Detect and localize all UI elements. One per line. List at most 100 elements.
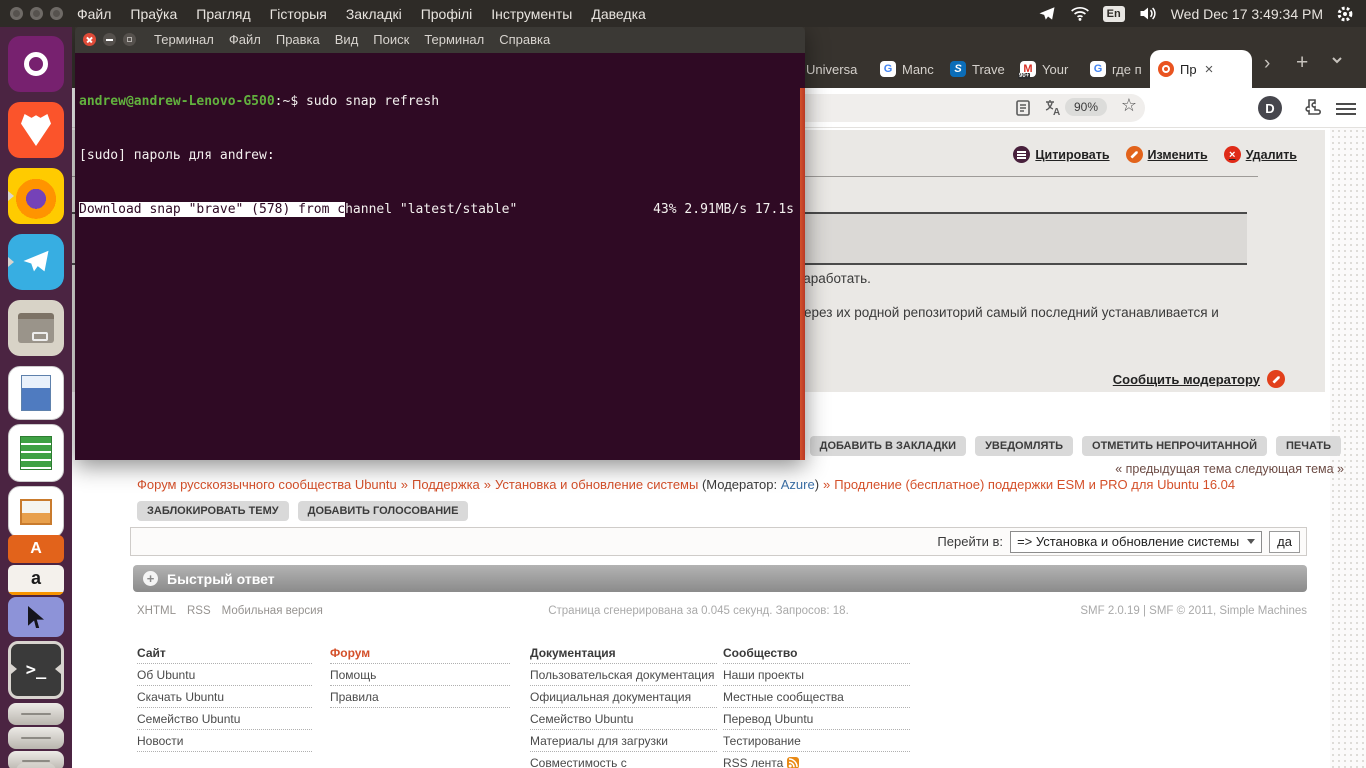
lock-topic-button[interactable]: ЗАБЛОКИРОВАТЬ ТЕМУ [137,501,289,521]
tab-close-icon[interactable]: × [1205,61,1214,78]
prev-next-topic-links[interactable]: « предыдущая тема следующая тема » [1115,462,1344,476]
menu-edit[interactable]: Правка [276,32,320,47]
add-poll-button[interactable]: ДОБАВИТЬ ГОЛОСОВАНИЕ [297,501,469,521]
menu-hamburger-icon[interactable] [1336,100,1356,116]
menu-help[interactable]: Даведка [591,6,645,22]
footer-link[interactable]: Семейство Ubuntu [530,708,717,730]
trash-icon[interactable] [16,763,56,768]
footer-link[interactable]: Пользовательская документация [530,664,717,686]
close-icon[interactable] [10,7,23,20]
keyboard-layout-indicator[interactable]: En [1102,5,1125,22]
footer-link[interactable]: Об Ubuntu [137,664,312,686]
breadcrumb-root[interactable]: Форум русскоязычного сообщества Ubuntu [137,477,397,492]
disk-icon[interactable] [8,727,64,749]
bookmark-star-icon[interactable]: ☆ [1121,95,1137,116]
firefox-icon[interactable] [8,168,64,224]
terminal-dock-icon[interactable]: >_ [8,641,64,699]
print-button[interactable]: ПЕЧАТЬ [1276,436,1341,456]
jump-go-button[interactable]: да [1269,530,1300,553]
notify-button[interactable]: УВЕДОМЛЯТЬ [975,436,1074,456]
quick-reply-label: Быстрый ответ [167,570,275,587]
footer-link[interactable]: Местные сообщества [723,686,910,708]
footer-link[interactable]: Совместимость с оборудованием [530,752,717,768]
brave-icon[interactable] [8,102,64,158]
profile-avatar[interactable]: D [1258,96,1282,120]
edit-link[interactable]: Изменить [1125,146,1208,163]
tab-search-chevron-icon[interactable] [1330,53,1344,67]
mobile-version-link[interactable]: Мобильная версия [222,605,323,617]
report-link[interactable]: Сообщить модератору [1113,372,1260,387]
menu-view[interactable]: Вид [335,32,359,47]
telegram-tray-icon[interactable] [1037,5,1057,23]
footer-link[interactable]: Перевод Ubuntu [723,708,910,730]
tab-google-1[interactable]: G Manc [872,50,940,88]
wifi-icon[interactable] [1070,5,1090,22]
tab-scroll-icon[interactable]: › [1264,53,1270,75]
file-manager-icon[interactable] [8,300,64,356]
minimize-icon[interactable] [30,7,43,20]
amazon-icon[interactable]: a [8,565,64,595]
close-icon[interactable] [83,33,96,46]
tab-universal[interactable]: Universa [798,50,868,88]
maximize-icon[interactable] [50,7,63,20]
footer-link[interactable]: Официальная документация [530,686,717,708]
power-gear-icon[interactable] [1336,5,1354,23]
footer-link[interactable]: Семейство Ubuntu [137,708,312,730]
quote-link[interactable]: Цитировать [1013,146,1110,163]
menu-file[interactable]: Файл [77,6,111,22]
menu-terminal-app[interactable]: Терминал [154,32,214,47]
rss-link[interactable]: RSS [187,605,211,617]
jump-to-select[interactable]: => Установка и обновление системы [1010,530,1263,553]
terminal-titlebar[interactable]: Терминал Файл Правка Вид Поиск Терминал … [75,26,805,53]
footer-link[interactable]: Правила [330,686,510,708]
menu-search[interactable]: Поиск [373,32,409,47]
footer-link[interactable]: Тестирование [723,730,910,752]
tab-travel[interactable]: S Trave [942,50,1010,88]
footer-link[interactable]: Скачать Ubuntu [137,686,312,708]
menu-bookmarks[interactable]: Закладкі [346,6,402,22]
new-tab-button[interactable]: + [1296,51,1308,75]
footer-link[interactable]: Новости [137,730,312,752]
terminal-output[interactable]: andrew@andrew-Lenovo-G500:~$ sudo snap r… [75,53,805,460]
pointer-tool-icon[interactable] [8,597,64,637]
menu-history[interactable]: Гісторыя [270,6,327,22]
menu-file[interactable]: Файл [229,32,261,47]
breadcrumb-board[interactable]: Установка и обновление системы [495,477,698,492]
footer-rss-link[interactable]: RSS лента [723,752,910,768]
telegram-icon[interactable] [8,234,64,290]
appgrid-icon[interactable]: A [8,535,64,563]
zoom-level-badge[interactable]: 90% [1064,98,1107,116]
tab-mail[interactable]: M 90+ Your [1012,50,1080,88]
maximize-icon[interactable] [123,33,136,46]
footer-link[interactable]: Помощь [330,664,510,686]
extensions-puzzle-icon[interactable] [1302,97,1322,117]
tab-google-2[interactable]: G где п [1082,50,1150,88]
footer-link[interactable]: Материалы для загрузки [530,730,717,752]
quick-reply-header[interactable]: + Быстрый ответ [133,565,1307,592]
clock[interactable]: Wed Dec 17 3:49:34 PM [1171,6,1323,22]
delete-link[interactable]: × Удалить [1223,146,1297,163]
tab-active-forum[interactable]: Пр × [1150,50,1252,88]
libreoffice-calc-icon[interactable] [8,424,64,482]
breadcrumb-topic[interactable]: Продление (бесплатное) поддержки ESM и P… [834,477,1235,492]
minimize-icon[interactable] [103,33,116,46]
mark-unread-button[interactable]: ОТМЕТИТЬ НЕПРОЧИТАННОЙ [1082,436,1267,456]
breadcrumb-section[interactable]: Поддержка [412,477,480,492]
libreoffice-writer-icon[interactable] [8,366,64,420]
add-bookmark-button[interactable]: ДОБАВИТЬ В ЗАКЛАДКИ [809,436,967,456]
menu-terminal[interactable]: Терминал [424,32,484,47]
menu-profiles[interactable]: Профілі [421,6,473,22]
xhtml-link[interactable]: XHTML [137,605,176,617]
reader-mode-icon[interactable] [1013,98,1033,118]
menu-tools[interactable]: Інструменты [491,6,572,22]
moderator-link[interactable]: Azure [781,477,815,492]
libreoffice-impress-icon[interactable] [8,486,64,538]
translate-icon[interactable]: A [1043,98,1063,118]
menu-view[interactable]: Прагляд [196,6,250,22]
menu-edit[interactable]: Праўка [130,6,177,22]
menu-help[interactable]: Справка [499,32,550,47]
footer-link[interactable]: Наши проекты [723,664,910,686]
ubuntu-software-icon[interactable] [8,36,64,92]
volume-icon[interactable] [1138,5,1158,22]
disk-icon[interactable] [8,703,64,725]
